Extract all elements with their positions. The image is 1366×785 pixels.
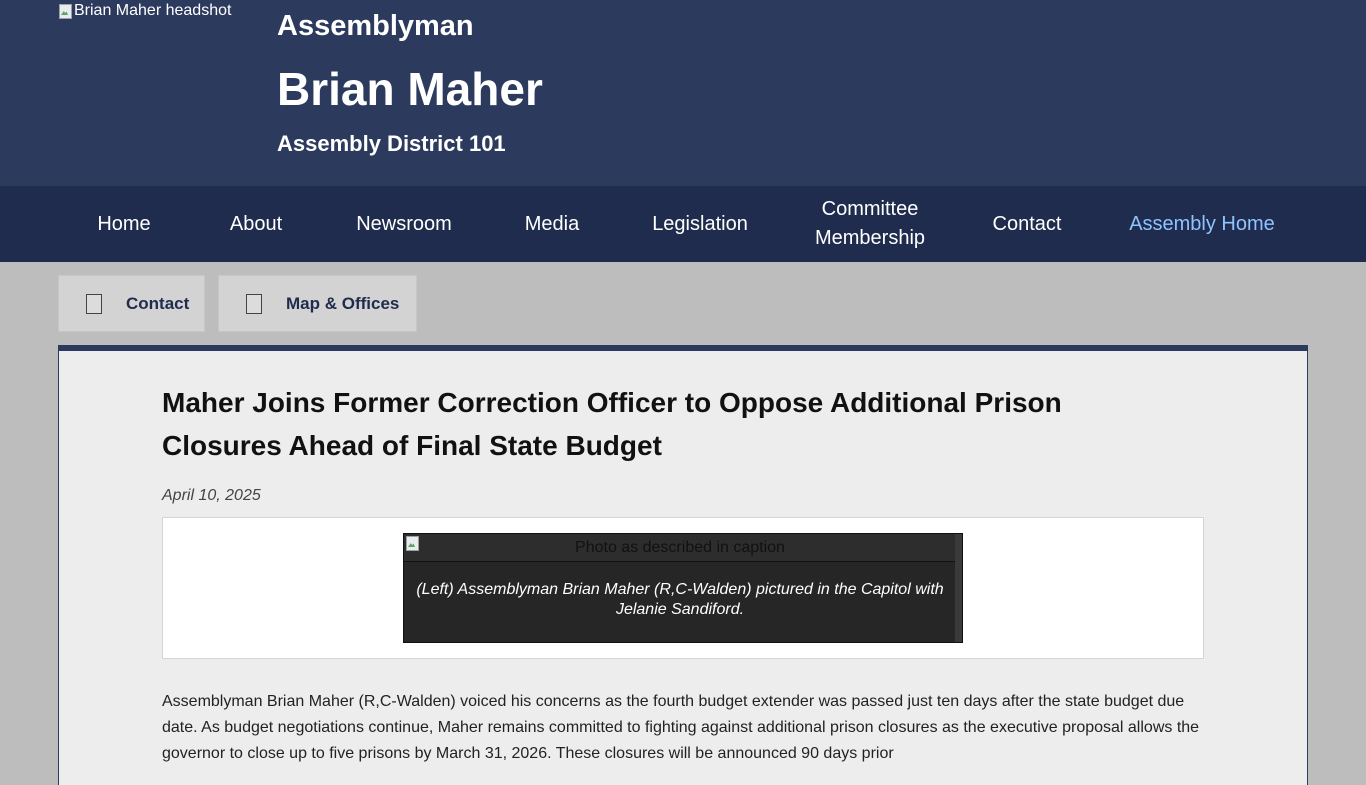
- broken-image-icon: [405, 535, 419, 551]
- article-date: April 10, 2025: [162, 487, 261, 504]
- photo-container: Photo as described in caption (Left) Ass…: [162, 517, 1204, 659]
- nav-newsroom[interactable]: Newsroom: [346, 186, 462, 262]
- broken-image-icon: [58, 3, 72, 19]
- nav-about[interactable]: About: [212, 186, 300, 262]
- photo-edge: [955, 534, 962, 642]
- nav-legislation[interactable]: Legislation: [640, 186, 760, 262]
- map-offices-button-label: Map & Offices: [286, 293, 400, 313]
- main-nav: Home About Newsroom Media Legislation Co…: [0, 186, 1366, 262]
- contact-button[interactable]: Contact: [58, 275, 205, 332]
- district-label: Assembly District 101: [277, 131, 506, 156]
- site-header: Brian Maher headshot Assemblyman Brian M…: [0, 0, 1366, 186]
- photo-frame: Photo as described in caption (Left) Ass…: [403, 533, 963, 643]
- member-name: Brian Maher: [277, 63, 543, 115]
- title-prefix: Assemblyman: [277, 10, 474, 42]
- photo-alt-text: Photo as described in caption: [575, 538, 785, 556]
- article-photo: Photo as described in caption: [404, 534, 956, 562]
- map-icon: [246, 293, 262, 314]
- nav-home[interactable]: Home: [78, 186, 170, 262]
- map-offices-button[interactable]: Map & Offices: [218, 275, 417, 332]
- photo-caption: (Left) Assemblyman Brian Maher (R,C-Wald…: [416, 581, 944, 618]
- nav-contact[interactable]: Contact: [980, 186, 1074, 262]
- nav-assembly-home[interactable]: Assembly Home: [1118, 186, 1286, 262]
- article-title: Maher Joins Former Correction Officer to…: [162, 387, 1062, 461]
- contact-card-icon: [86, 293, 102, 314]
- headshot-alt-text: Brian Maher headshot: [74, 2, 232, 19]
- headshot-image: Brian Maher headshot: [58, 2, 231, 20]
- nav-media[interactable]: Media: [512, 186, 592, 262]
- contact-button-label: Contact: [126, 293, 190, 313]
- article-panel: Maher Joins Former Correction Officer to…: [58, 345, 1308, 785]
- nav-committee-membership[interactable]: Committee Membership: [802, 186, 938, 262]
- article-body: Assemblyman Brian Maher (R,C-Walden) voi…: [162, 693, 1200, 762]
